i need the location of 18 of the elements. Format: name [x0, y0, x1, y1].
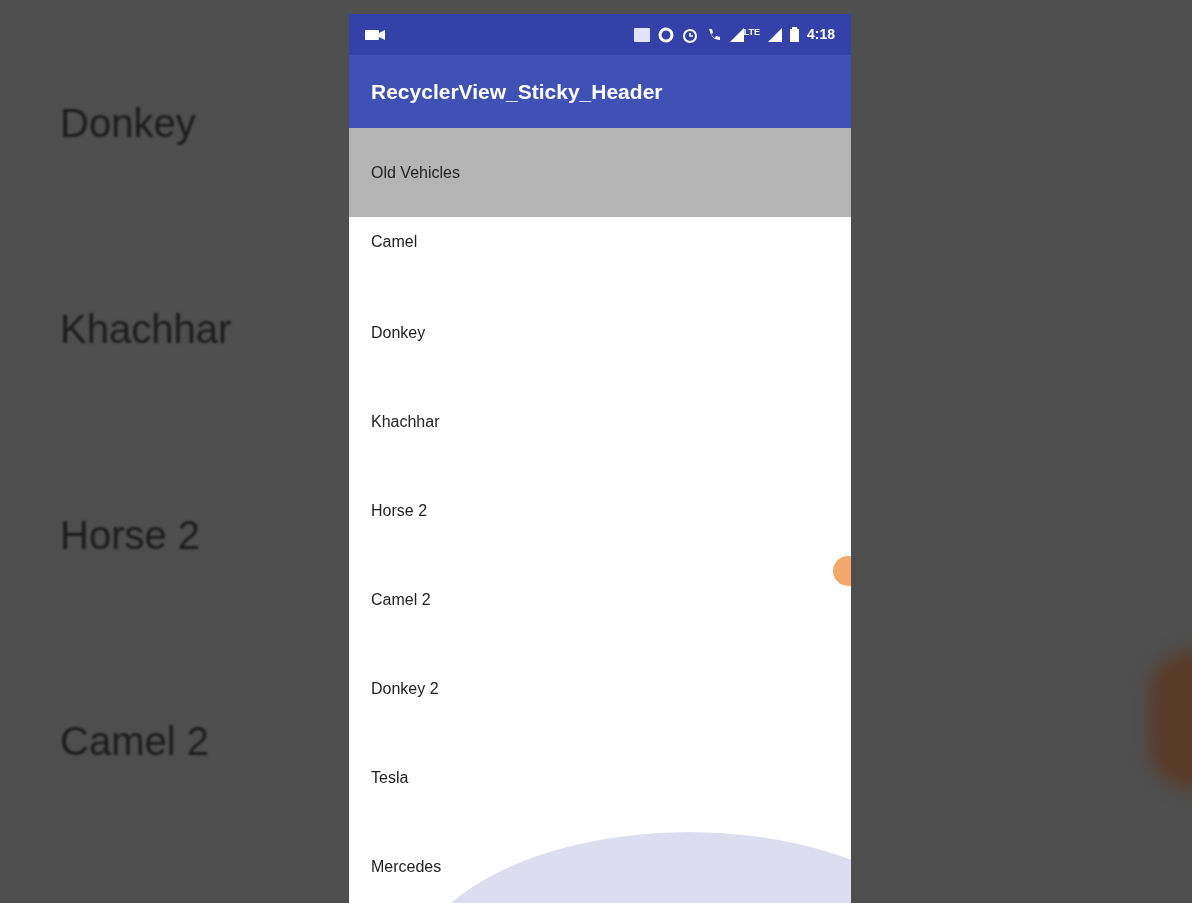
status-time: 4:18 — [806, 25, 835, 44]
list-item[interactable]: Camel 2 — [349, 555, 851, 644]
signal-icon — [729, 27, 744, 42]
signal-icon — [767, 27, 782, 42]
battery-icon — [789, 27, 799, 42]
list-item[interactable]: Khachhar — [349, 377, 851, 466]
list-item[interactable]: Tesla — [349, 733, 851, 822]
network-type: LTE — [743, 27, 760, 37]
data-saver-icon — [657, 26, 674, 43]
alarm-icon — [681, 26, 698, 43]
list-item[interactable]: Donkey 2 — [349, 644, 851, 733]
list-item[interactable]: Mercedes — [349, 822, 851, 903]
list-item[interactable]: Donkey — [349, 288, 851, 377]
app-title: RecyclerView_Sticky_Header — [371, 78, 663, 105]
list-item[interactable]: Horse 2 — [349, 466, 851, 555]
video-camera-icon — [365, 27, 385, 42]
header-title: Old Vehicles — [371, 162, 460, 183]
list-item[interactable]: Camel — [349, 217, 851, 288]
